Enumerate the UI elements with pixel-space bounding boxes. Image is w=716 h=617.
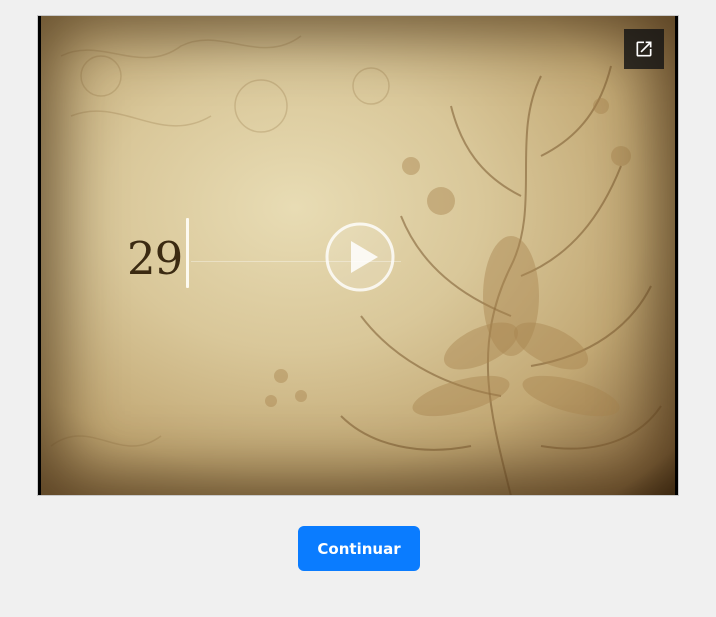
play-button[interactable] — [325, 222, 395, 292]
page: 29 Continuar — [0, 0, 716, 617]
open-in-new-icon — [636, 41, 652, 57]
open-external-button[interactable] — [624, 29, 664, 69]
play-icon — [325, 222, 395, 292]
continue-button[interactable]: Continuar — [298, 526, 420, 571]
video-thumbnail: 29 — [41, 16, 675, 495]
video-player[interactable]: 29 — [37, 15, 679, 496]
overlay-divider-line — [186, 218, 189, 288]
video-overlay-number: 29 — [127, 232, 183, 285]
